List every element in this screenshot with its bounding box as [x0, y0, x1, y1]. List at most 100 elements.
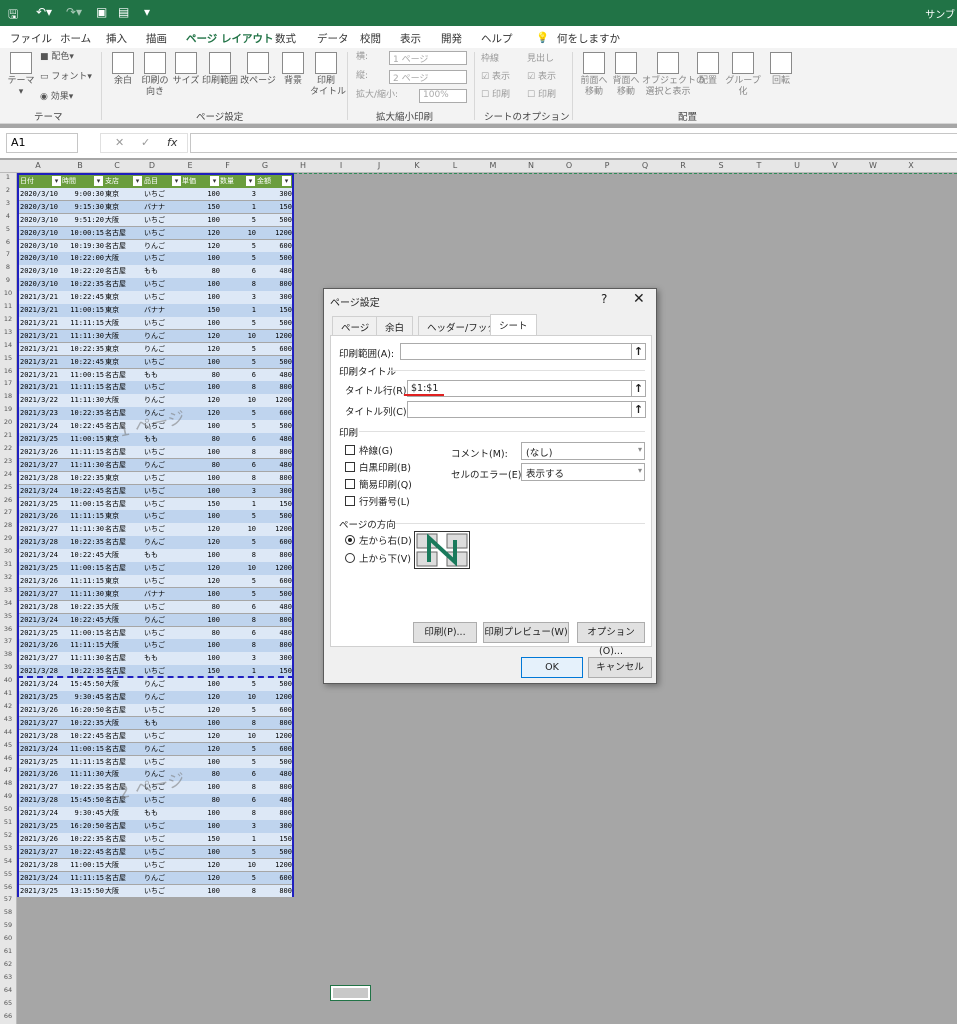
- row-number[interactable]: 11: [0, 302, 16, 310]
- table-cell[interactable]: 2021/3/28: [20, 859, 62, 872]
- table-cell[interactable]: 5: [220, 536, 256, 549]
- table-cell[interactable]: 15:45:50: [62, 794, 104, 807]
- column-header-cell[interactable]: 日付: [20, 175, 52, 188]
- table-cell[interactable]: 480: [257, 794, 292, 807]
- table-cell[interactable]: 大阪: [105, 252, 143, 265]
- table-cell[interactable]: 大阪: [105, 549, 143, 562]
- table-cell[interactable]: 100: [182, 420, 220, 433]
- table-cell[interactable]: 1200: [257, 730, 292, 743]
- table-cell[interactable]: 大阪: [105, 214, 143, 227]
- row-number[interactable]: 42: [0, 702, 16, 710]
- table-cell[interactable]: 150: [257, 833, 292, 846]
- table-cell[interactable]: 8: [220, 472, 256, 485]
- row-number[interactable]: 4: [0, 212, 16, 220]
- table-cell[interactable]: 大阪: [105, 394, 143, 407]
- tab-margins[interactable]: 余白: [376, 316, 414, 336]
- selection-pane-button[interactable]: オブジェクトの 選択と表示: [642, 52, 705, 98]
- table-cell[interactable]: 1200: [257, 394, 292, 407]
- table-cell[interactable]: 480: [257, 265, 292, 278]
- table-cell[interactable]: 名古屋: [105, 652, 143, 665]
- table-cell[interactable]: 東京: [105, 343, 143, 356]
- collapse-title-rows-icon[interactable]: ↑: [631, 380, 646, 397]
- table-cell[interactable]: 大阪: [105, 639, 143, 652]
- table-cell[interactable]: 東京: [105, 472, 143, 485]
- table-cell[interactable]: 2021/3/25: [20, 756, 62, 769]
- filter-dropdown-icon[interactable]: ▾: [52, 176, 61, 186]
- row-number[interactable]: 46: [0, 754, 16, 762]
- table-cell[interactable]: 6: [220, 601, 256, 614]
- table-cell[interactable]: 名古屋: [105, 265, 143, 278]
- table-cell[interactable]: 東京: [105, 188, 143, 201]
- table-cell[interactable]: 10:22:20: [62, 265, 104, 278]
- row-number[interactable]: 9: [0, 276, 16, 284]
- table-cell[interactable]: 2021/3/27: [20, 588, 62, 601]
- table-cell[interactable]: 大阪: [105, 885, 143, 898]
- table-cell[interactable]: 8: [220, 614, 256, 627]
- row-number[interactable]: 35: [0, 612, 16, 620]
- table-cell[interactable]: 120: [182, 704, 220, 717]
- table-cell[interactable]: 500: [257, 846, 292, 859]
- scale-spinner[interactable]: 100%: [419, 89, 467, 103]
- table-cell[interactable]: りんご: [144, 614, 182, 627]
- table-cell[interactable]: 150: [182, 833, 220, 846]
- row-number[interactable]: 52: [0, 831, 16, 839]
- table-cell[interactable]: 120: [182, 394, 220, 407]
- column-letter[interactable]: N: [512, 161, 550, 170]
- table-cell[interactable]: 800: [257, 807, 292, 820]
- table-cell[interactable]: 東京: [105, 201, 143, 214]
- table-cell[interactable]: 2021/3/21: [20, 369, 62, 382]
- table-cell[interactable]: 2021/3/24: [20, 614, 62, 627]
- table-cell[interactable]: 大阪: [105, 717, 143, 730]
- table-cell[interactable]: 8: [220, 278, 256, 291]
- filter-dropdown-icon[interactable]: ▾: [172, 176, 181, 186]
- print-preview-icon[interactable]: ▣: [96, 5, 107, 19]
- table-cell[interactable]: 1: [220, 833, 256, 846]
- tab-insert[interactable]: 挿入: [106, 31, 127, 46]
- table-cell[interactable]: 10:22:45: [62, 420, 104, 433]
- table-cell[interactable]: 800: [257, 717, 292, 730]
- table-cell[interactable]: 2021/3/27: [20, 717, 62, 730]
- table-cell[interactable]: 15:45:50: [62, 678, 104, 691]
- formula-input[interactable]: [190, 133, 957, 153]
- table-cell[interactable]: 名古屋: [105, 278, 143, 291]
- table-cell[interactable]: 2021/3/25: [20, 498, 62, 511]
- table-cell[interactable]: 11:00:15: [62, 562, 104, 575]
- table-cell[interactable]: 120: [182, 743, 220, 756]
- table-cell[interactable]: 120: [182, 227, 220, 240]
- table-cell[interactable]: 11:11:30: [62, 768, 104, 781]
- table-cell[interactable]: りんご: [144, 330, 182, 343]
- column-letter[interactable]: O: [550, 161, 588, 170]
- table-cell[interactable]: 150: [257, 304, 292, 317]
- column-letter[interactable]: J: [360, 161, 398, 170]
- table-cell[interactable]: 120: [182, 562, 220, 575]
- table-cell[interactable]: 8: [220, 885, 256, 898]
- table-cell[interactable]: 100: [182, 356, 220, 369]
- table-cell[interactable]: 300: [257, 652, 292, 665]
- column-letter[interactable]: R: [664, 161, 702, 170]
- row-number[interactable]: 39: [0, 663, 16, 671]
- table-cell[interactable]: 名古屋: [105, 536, 143, 549]
- print-preview-button[interactable]: 印刷プレビュー(W): [483, 622, 569, 643]
- table-cell[interactable]: 120: [182, 575, 220, 588]
- table-cell[interactable]: 2021/3/25: [20, 691, 62, 704]
- table-cell[interactable]: 2021/3/28: [20, 794, 62, 807]
- table-cell[interactable]: 名古屋: [105, 498, 143, 511]
- table-cell[interactable]: もも: [144, 369, 182, 382]
- title-cols-input[interactable]: [407, 401, 632, 418]
- column-letter[interactable]: P: [588, 161, 626, 170]
- table-cell[interactable]: 東京: [105, 575, 143, 588]
- table-cell[interactable]: 600: [257, 872, 292, 885]
- tab-file[interactable]: ファイル: [10, 31, 52, 46]
- table-cell[interactable]: 2021/3/21: [20, 356, 62, 369]
- table-cell[interactable]: 80: [182, 265, 220, 278]
- table-cell[interactable]: 名古屋: [105, 833, 143, 846]
- gridlines-view-checkbox[interactable]: ☑ 表示: [481, 72, 510, 83]
- row-number[interactable]: 18: [0, 392, 16, 400]
- table-cell[interactable]: 5: [220, 743, 256, 756]
- table-cell[interactable]: いちご: [144, 730, 182, 743]
- table-cell[interactable]: 名古屋: [105, 240, 143, 253]
- table-cell[interactable]: 120: [182, 691, 220, 704]
- row-number[interactable]: 59: [0, 921, 16, 929]
- table-cell[interactable]: 2020/3/10: [20, 265, 62, 278]
- table-cell[interactable]: 300: [257, 820, 292, 833]
